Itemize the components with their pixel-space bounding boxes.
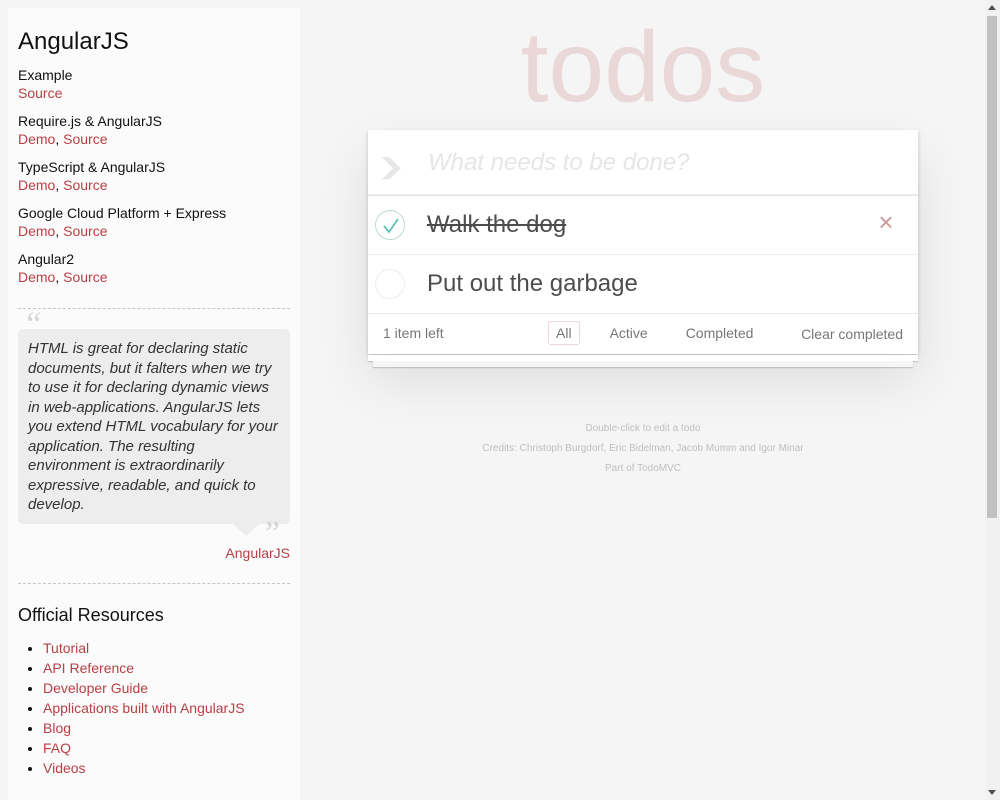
resource-link-tutorial[interactable]: Tutorial — [43, 640, 89, 656]
resource-link-developer-guide[interactable]: Developer Guide — [43, 680, 148, 696]
example-links: Demo, Source — [18, 222, 290, 240]
todo-toggle-checkbox[interactable] — [375, 210, 405, 240]
source-link[interactable]: Source — [63, 177, 107, 193]
examples-list: Example Source Require.js & AngularJS De… — [18, 66, 290, 286]
filter-all[interactable]: All — [548, 321, 580, 345]
items-left-count: 1 item left — [383, 325, 444, 341]
sidebar-title: AngularJS — [18, 28, 129, 55]
close-quote-icon: ” — [261, 515, 280, 552]
open-quote-icon: “ — [23, 306, 42, 343]
example-item: Google Cloud Platform + Express Demo, So… — [18, 204, 290, 240]
source-link[interactable]: Source — [18, 85, 62, 101]
link-separator: , — [55, 131, 64, 147]
quote-text: HTML is great for declaring static docum… — [28, 340, 278, 513]
sidebar: AngularJS Example Source Require.js & An… — [8, 8, 300, 800]
vertical-scrollbar[interactable] — [985, 0, 1000, 800]
example-item: Require.js & AngularJS Demo, Source — [18, 112, 290, 148]
resource-item: Blog — [43, 718, 290, 738]
example-item: Angular2 Demo, Source — [18, 250, 290, 286]
link-separator: , — [55, 269, 64, 285]
part-of: Part of TodoMVC — [605, 463, 681, 474]
credits: Credits: Christoph Burgdorf, Eric Bidelm… — [482, 443, 804, 454]
resource-link-videos[interactable]: Videos — [43, 760, 86, 776]
todo-footer: 1 item left All Active Completed Clear c… — [368, 313, 918, 354]
scrollbar-thumb[interactable] — [987, 16, 997, 518]
checkmark-icon — [383, 218, 399, 234]
resource-link-faq[interactable]: FAQ — [43, 740, 71, 756]
source-link[interactable]: Source — [63, 131, 107, 147]
example-title: TypeScript & AngularJS — [18, 159, 166, 175]
link-separator: , — [55, 177, 64, 193]
todo-label[interactable]: Put out the garbage — [427, 270, 638, 298]
new-todo-input[interactable] — [412, 130, 902, 195]
example-item: TypeScript & AngularJS Demo, Source — [18, 158, 290, 194]
edit-hint: Double-click to edit a todo — [585, 423, 701, 434]
todo-app: ❯ Walk the dog × Put out the garbage 1 i… — [368, 130, 918, 354]
resource-item: API Reference — [43, 658, 290, 678]
resource-link-api-reference[interactable]: API Reference — [43, 660, 134, 676]
resource-link-applications[interactable]: Applications built with AngularJS — [43, 700, 245, 716]
resource-item: Developer Guide — [43, 678, 290, 698]
filter-active[interactable]: Active — [602, 321, 656, 345]
info-footer: Double-click to edit a todo Credits: Chr… — [368, 419, 918, 479]
scroll-down-arrow-icon[interactable] — [988, 790, 996, 795]
quote-arrow — [233, 523, 259, 536]
quote-source: AngularJS — [18, 545, 290, 561]
demo-link[interactable]: Demo — [18, 269, 55, 285]
example-title: Google Cloud Platform + Express — [18, 205, 227, 221]
filters: All Active Completed — [548, 321, 761, 345]
example-item: Example Source — [18, 66, 290, 102]
close-icon[interactable]: × — [874, 209, 898, 235]
demo-link[interactable]: Demo — [18, 131, 55, 147]
clear-completed-button[interactable]: Clear completed — [801, 326, 903, 342]
resource-item: Tutorial — [43, 638, 290, 658]
resource-link-blog[interactable]: Blog — [43, 720, 71, 736]
resources-heading: Official Resources — [18, 604, 164, 625]
divider — [18, 308, 290, 309]
paper-stack-2 — [373, 361, 913, 367]
todo-item: Put out the garbage — [368, 254, 918, 313]
example-links: Demo, Source — [18, 176, 290, 194]
resource-item: Applications built with AngularJS — [43, 698, 290, 718]
demo-link[interactable]: Demo — [18, 223, 55, 239]
quote-source-link[interactable]: AngularJS — [225, 545, 290, 561]
resources-list: Tutorial API Reference Developer Guide A… — [18, 638, 290, 778]
chevron-down-icon[interactable]: ❯ — [370, 154, 412, 180]
example-title: Require.js & AngularJS — [18, 113, 162, 129]
todo-toggle-checkbox[interactable] — [375, 269, 405, 299]
todo-item: Walk the dog × — [368, 195, 918, 254]
new-todo-row: ❯ — [368, 130, 918, 195]
resource-item: FAQ — [43, 738, 290, 758]
source-link[interactable]: Source — [63, 269, 107, 285]
demo-link[interactable]: Demo — [18, 177, 55, 193]
filter-completed[interactable]: Completed — [678, 321, 762, 345]
resource-item: Videos — [43, 758, 290, 778]
link-separator: , — [55, 223, 64, 239]
todo-label[interactable]: Walk the dog — [427, 211, 566, 239]
example-title: Angular2 — [18, 251, 75, 267]
source-link[interactable]: Source — [63, 223, 107, 239]
app-title: todos — [520, 11, 766, 123]
todo-list: Walk the dog × Put out the garbage — [368, 195, 918, 313]
quote-block: “ HTML is great for declaring static doc… — [18, 308, 290, 550]
example-links: Demo, Source — [18, 130, 290, 148]
scroll-up-arrow-icon[interactable] — [988, 5, 996, 10]
example-title: Example — [18, 67, 73, 83]
divider — [18, 582, 290, 584]
example-links: Source — [18, 84, 290, 102]
example-links: Demo, Source — [18, 268, 290, 286]
